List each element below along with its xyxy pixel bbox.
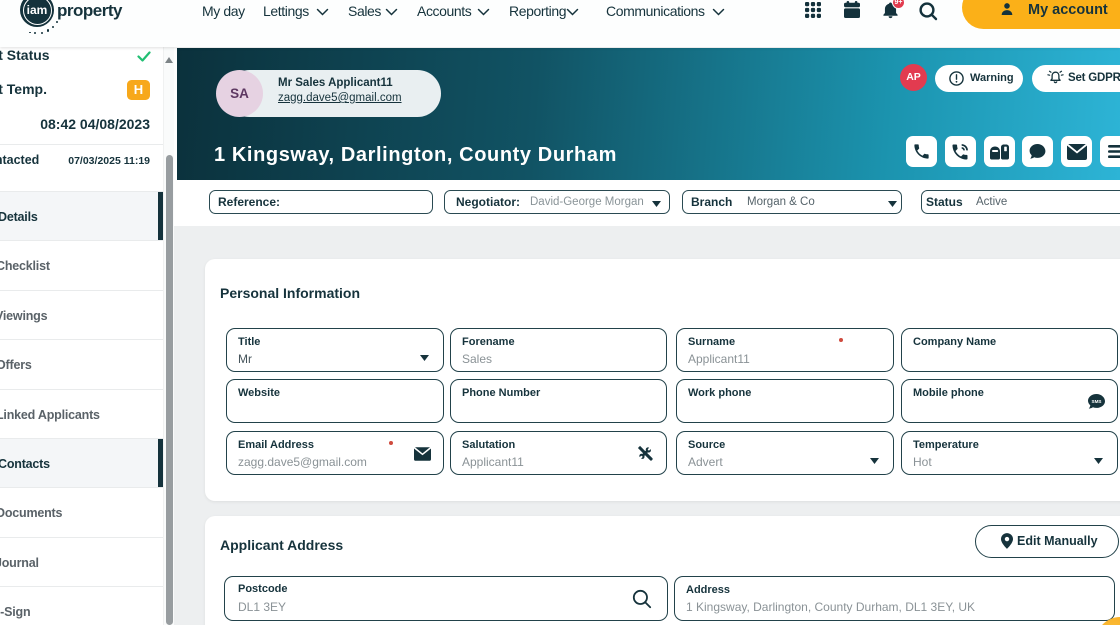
svg-text:SMS: SMS [1092, 399, 1102, 404]
